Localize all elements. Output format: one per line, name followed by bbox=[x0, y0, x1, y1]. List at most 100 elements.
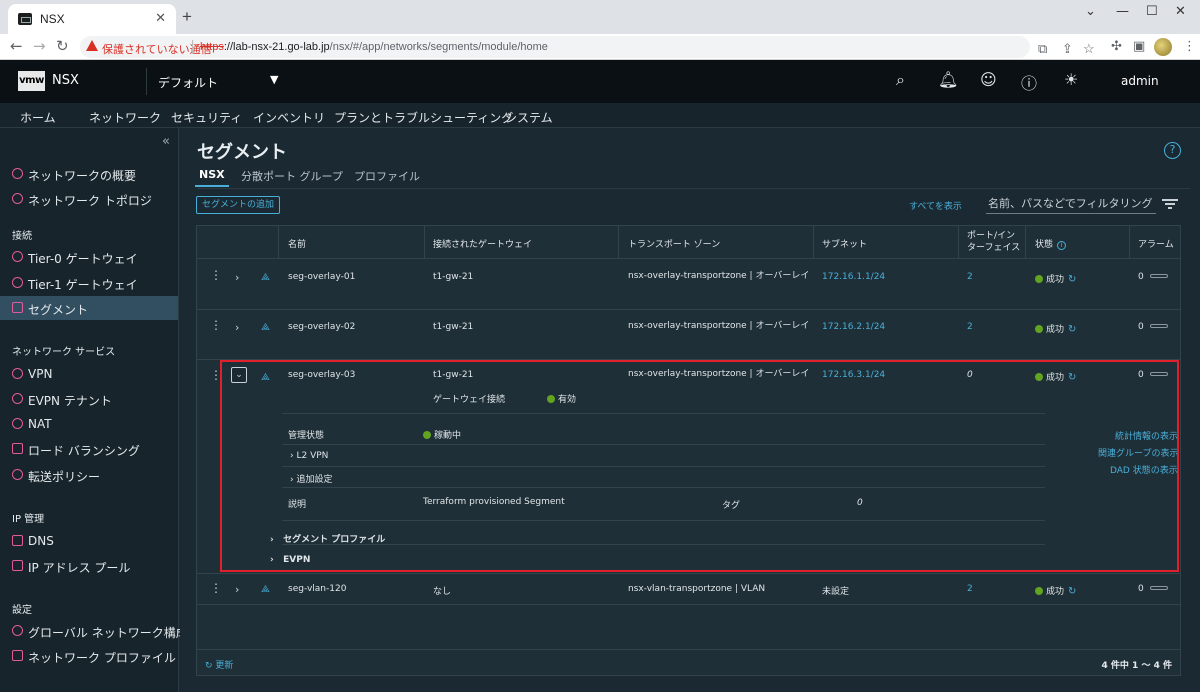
refresh-status-icon[interactable]: ↻ bbox=[1068, 586, 1076, 597]
status-success-dot bbox=[1035, 275, 1043, 283]
sidebar-item-segments[interactable]: セグメント bbox=[0, 296, 178, 320]
browser-menu-icon[interactable]: ⋮ bbox=[1183, 39, 1196, 54]
segment-ports[interactable]: 2 bbox=[967, 272, 973, 282]
search-icon[interactable]: ⌕ bbox=[896, 70, 905, 90]
info-icon[interactable]: i bbox=[1057, 241, 1067, 250]
filter-input[interactable] bbox=[986, 194, 1156, 214]
segment-ports[interactable]: 2 bbox=[967, 584, 973, 594]
sidebar-item-evpn-tenant[interactable]: EVPN テナント bbox=[0, 387, 178, 411]
bookmark-star-icon[interactable]: ☆ bbox=[1083, 41, 1095, 57]
sidebar-item-network-profiles[interactable]: ネットワーク プロファイル bbox=[0, 644, 178, 668]
refresh-button[interactable]: ↻ 更新 bbox=[205, 658, 233, 671]
tab-nsx[interactable]: NSX bbox=[195, 168, 229, 187]
close-window-icon[interactable]: ✕ bbox=[1175, 4, 1186, 19]
sidebar-item-forwarding-policy[interactable]: 転送ポリシー bbox=[0, 463, 178, 487]
segment-name: seg-overlay-02 bbox=[288, 322, 356, 332]
tab-profiles[interactable]: プロファイル bbox=[354, 168, 420, 184]
sidebar-item-ip-pools[interactable]: IP アドレス プール bbox=[0, 554, 178, 578]
chevron-right-icon[interactable]: › bbox=[235, 583, 239, 596]
col-status[interactable]: 状態 i bbox=[1035, 237, 1067, 250]
new-tab-plus-icon[interactable]: + bbox=[182, 7, 192, 27]
minimize-icon[interactable]: — bbox=[1116, 4, 1129, 19]
refresh-status-icon[interactable]: ↻ bbox=[1068, 274, 1076, 285]
url-text[interactable]: https://lab-nsx-21.go-lab.jp/nsx/#/app/n… bbox=[200, 41, 548, 53]
sidebar-item-nat[interactable]: NAT bbox=[0, 412, 178, 436]
sidebar-item-tier0[interactable]: Tier-0 ゲートウェイ bbox=[0, 245, 178, 269]
show-all-link[interactable]: すべてを表示 bbox=[909, 199, 962, 212]
sidebar-item-label: DNS bbox=[28, 534, 54, 548]
sidebar-item-load-balancing[interactable]: ロード バランシング bbox=[0, 437, 178, 461]
collapse-sidebar-icon[interactable]: « bbox=[162, 134, 170, 149]
col-alarms[interactable]: アラーム bbox=[1138, 237, 1174, 250]
segment-icon bbox=[12, 302, 23, 313]
highlight-box bbox=[220, 360, 1179, 572]
sidebar-item-vpn[interactable]: VPN bbox=[0, 362, 178, 386]
nav-inventory[interactable]: インベントリ bbox=[253, 109, 325, 126]
row-actions-kebab-icon[interactable]: ⋮ bbox=[210, 269, 222, 281]
omnibox-divider bbox=[192, 40, 193, 54]
back-arrow-icon[interactable]: ← bbox=[10, 37, 23, 55]
router-icon bbox=[12, 251, 23, 262]
chevron-right-icon[interactable]: › bbox=[235, 271, 239, 284]
maximize-icon[interactable]: ☐ bbox=[1146, 4, 1158, 19]
user-menu[interactable]: admin bbox=[1121, 74, 1159, 88]
col-transport-zone[interactable]: トランスポート ゾーン bbox=[628, 237, 720, 250]
segment-subnet[interactable]: 172.16.2.1/24 bbox=[822, 322, 885, 332]
tenant-selector[interactable]: デフォルト bbox=[158, 74, 218, 91]
side-panel-icon[interactable]: ▣ bbox=[1133, 39, 1145, 54]
omnibox[interactable]: 保護されていない通信 https://lab-nsx-21.go-lab.jp/… bbox=[80, 36, 1095, 58]
col-subnet[interactable]: サブネット bbox=[822, 237, 867, 250]
chevron-down-icon[interactable]: ⌄ bbox=[231, 367, 247, 383]
bell-icon[interactable]: 🔔︎ bbox=[938, 70, 958, 89]
warning-triangle-icon bbox=[86, 40, 98, 51]
ip-pool-icon bbox=[12, 560, 23, 571]
profile-avatar[interactable] bbox=[1154, 38, 1172, 56]
close-tab-icon[interactable]: ✕ bbox=[155, 10, 166, 26]
nav-networking[interactable]: ネットワーク bbox=[84, 109, 166, 133]
help-menu-icon[interactable]: ⓘ bbox=[1021, 70, 1037, 94]
sidebar-item-label: ネットワーク トポロジ bbox=[28, 194, 152, 208]
table-row[interactable]: ⋮ › ⟁ seg-overlay-01 t1-gw-21 nsx-overla… bbox=[197, 260, 1180, 310]
smiley-feedback-icon[interactable]: ☺ bbox=[980, 70, 997, 89]
sidebar-item-label: NAT bbox=[28, 417, 52, 431]
segment-subnet[interactable]: 172.16.1.1/24 bbox=[822, 272, 885, 282]
sidebar-item-label: ロード バランシング bbox=[28, 444, 140, 458]
browser-tab[interactable]: NSX ✕ bbox=[8, 4, 176, 34]
chevron-right-icon[interactable]: › bbox=[235, 321, 239, 334]
sidebar-item-label: ネットワークの概要 bbox=[28, 169, 137, 183]
col-connected-gateway[interactable]: 接続されたゲートウェイ bbox=[433, 237, 532, 250]
table-header: 名前 接続されたゲートウェイ トランスポート ゾーン サブネット ポート/インタ… bbox=[197, 226, 1180, 259]
tab-distributed-port-groups[interactable]: 分散ポート グループ bbox=[241, 168, 343, 184]
add-segment-button[interactable]: セグメントの追加 bbox=[196, 196, 280, 214]
forward-arrow-icon[interactable]: → bbox=[33, 37, 46, 55]
extensions-puzzle-icon[interactable]: ✣ bbox=[1111, 39, 1122, 54]
translate-icon[interactable]: ⧉ bbox=[1038, 41, 1047, 57]
chevron-down-icon[interactable]: ▼ bbox=[270, 73, 278, 86]
table-row[interactable]: ⋮ › ⟁ seg-overlay-02 t1-gw-21 nsx-overla… bbox=[197, 310, 1180, 360]
sidebar-item-network-overview[interactable]: ネットワークの概要 bbox=[0, 162, 178, 186]
segment-transport-zone: nsx-overlay-transportzone | オーバーレイ bbox=[628, 321, 810, 331]
row-actions-kebab-icon[interactable]: ⋮ bbox=[210, 582, 222, 594]
sidebar-item-dns[interactable]: DNS bbox=[0, 529, 178, 553]
help-icon[interactable]: ? bbox=[1164, 142, 1181, 159]
theme-sun-icon[interactable]: ☀ bbox=[1064, 70, 1078, 89]
col-name[interactable]: 名前 bbox=[288, 237, 306, 250]
refresh-status-icon[interactable]: ↻ bbox=[1068, 324, 1076, 335]
nav-system[interactable]: システム bbox=[505, 109, 553, 126]
table-row[interactable]: ⋮ › ⟁ seg-vlan-120 なし nsx-vlan-transport… bbox=[197, 573, 1180, 605]
nav-home[interactable]: ホーム bbox=[20, 109, 56, 126]
security-warning[interactable]: 保護されていない通信 bbox=[102, 41, 212, 57]
segment-transport-zone: nsx-overlay-transportzone | オーバーレイ bbox=[628, 271, 810, 281]
sidebar-item-global-network-config[interactable]: グローバル ネットワーク構成 bbox=[0, 619, 188, 643]
nav-plan-troubleshoot[interactable]: プランとトラブルシューティング bbox=[334, 109, 513, 126]
col-ports-interfaces[interactable]: ポート/イン ターフェイス bbox=[967, 230, 1020, 254]
segment-ports[interactable]: 2 bbox=[967, 322, 973, 332]
row-actions-kebab-icon[interactable]: ⋮ bbox=[210, 319, 222, 331]
filter-lines-icon[interactable] bbox=[1162, 199, 1178, 209]
share-icon[interactable]: ⇪ bbox=[1062, 41, 1073, 57]
sidebar-item-tier1[interactable]: Tier-1 ゲートウェイ bbox=[0, 271, 178, 295]
sidebar-item-network-topology[interactable]: ネットワーク トポロジ bbox=[0, 187, 178, 211]
nav-security[interactable]: セキュリティ bbox=[171, 109, 242, 126]
chevron-down-icon[interactable]: ⌄ bbox=[1085, 4, 1096, 19]
reload-icon[interactable]: ↻ bbox=[56, 37, 69, 55]
